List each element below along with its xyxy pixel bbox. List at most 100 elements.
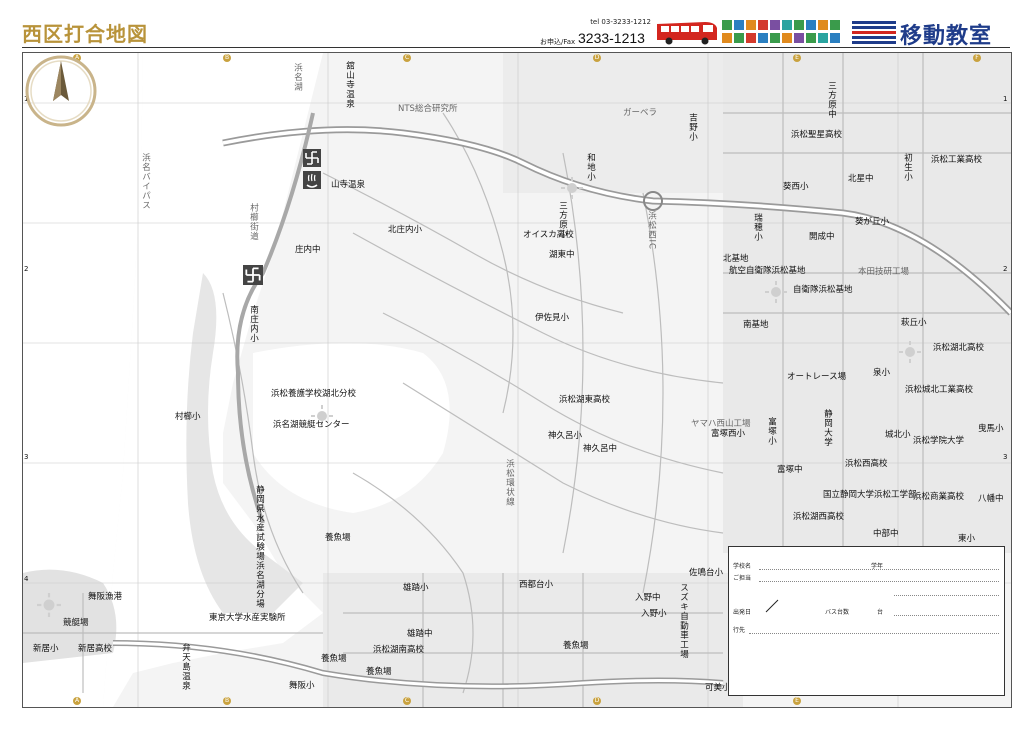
map-label: ガーベラ [623,108,658,118]
grid-row-number: 2 [24,265,29,273]
grid-row-number: 2 [1003,265,1008,273]
brand-stripes-icon [852,21,896,44]
map-label: 浜松湖西高校 [793,512,845,522]
manji-shrine-icon [243,265,263,285]
map-label: 富塚西小 [711,429,746,439]
school-field[interactable] [759,569,999,570]
map-label: オートレース場 [787,372,847,382]
map-label: 舘山寺温泉 [344,61,355,109]
grid-col-letter: E [793,697,801,705]
map-label: 浜松湖東高校 [559,395,611,405]
date-slash-icon [765,599,779,613]
map-label: 三方原小 [557,201,568,239]
map-label: 養魚場 [321,654,347,664]
map-label: 静岡大学 [822,409,833,447]
person-field[interactable] [759,581,999,582]
date-label: 出発日 [733,609,752,616]
map-label: 浜松西IC [646,211,657,250]
map-label: 西都台小 [519,580,554,590]
map-label: 弁天島温泉 [180,643,191,691]
map-label: 雄踏小 [403,583,429,593]
hot-spring-icon [303,171,321,189]
map-label: 開成中 [809,232,835,242]
map-label: 入野中 [635,593,661,603]
factory-icon [37,593,61,617]
map-label: 養魚場 [366,667,392,677]
grid-row-number: 3 [24,453,29,461]
map-label: 泉小 [873,368,891,378]
map-label: 三方原中 [826,81,837,119]
activity-icon-grid [722,20,840,43]
map-label: 北基地 [723,254,749,264]
map-label: 伊佐見小 [535,313,570,323]
map-label: 養魚場 [563,641,589,651]
map-label: 浜松商業高校 [913,492,965,502]
map-label: 浜松聖星高校 [791,130,843,140]
brand-logo: 移動教室 [852,18,1012,49]
destination-field[interactable] [749,633,999,634]
north-arrow-compass-icon [25,55,97,127]
order-form[interactable]: 学校名 学年 ご担当 出発日 バス台数 台 行先 [728,546,1005,696]
map-label: 静岡県水産試験場浜名湖分場 [254,485,265,609]
grid-col-letter: C [403,54,411,62]
bus-count-label: バス台数 [825,609,850,616]
map-label: 舞阪小 [289,681,315,691]
map-label: 富塚中 [777,465,803,475]
map-label: 浜松湖南高校 [373,645,425,655]
map-label: 国立静岡大学浜松工学部 [823,490,917,500]
map-label: 浜松環状線 [504,459,515,507]
map-label: 湖東中 [549,250,575,260]
map-label: 新居高校 [78,644,113,654]
map-label: 神久呂小 [548,431,583,441]
grid-col-letter: C [403,697,411,705]
map-label: NTS総合研究所 [398,104,458,114]
map-label: 自衛隊浜松基地 [793,285,853,295]
grid-col-letter: F [973,54,981,62]
contact-info: tel 03-3233-1212 お申込/Fax 3233-1213 [540,18,655,46]
person-label: ご担当 [733,575,752,582]
map-label: スズキ自動車工場 [678,583,689,659]
map-label: 東小 [958,534,976,544]
contact-field[interactable] [894,595,999,596]
map-label: 城北小 [885,430,911,440]
map-label: 萩丘小 [901,318,927,328]
map-label: 南基地 [743,320,769,330]
page-title: 西区打合地図 [22,22,148,46]
header: 西区打合地図 tel 03-3233-1212 お申込/Fax 3233-121… [0,0,1032,49]
map-label: 村櫛小 [175,412,201,422]
map-label: 曳馬小 [978,424,1004,434]
map-label: 瑞穂小 [752,213,763,242]
map-label: 可美小 [705,683,731,693]
grid-row-number: 3 [1003,453,1008,461]
map-label: 浜松工業高校 [931,155,983,165]
bus-count-field[interactable] [894,615,999,616]
map-area[interactable]: 1 2 3 4 1 2 3 A B C D E F A B C D E NTS総… [22,52,1012,708]
factory-icon [561,177,583,199]
map-label: 富塚小 [766,417,777,446]
map-label: 養魚場 [325,533,351,543]
fax-label: お申込/Fax [540,38,576,46]
map-label: 入野小 [641,609,667,619]
map-label: 舞阪漁港 [88,592,123,602]
map-label: 佐鳴台小 [689,568,724,578]
map-label: 新居小 [33,644,59,654]
map-label: 浜名湖 [292,63,303,92]
grid-col-letter: B [223,697,231,705]
map-label: 吉野小 [687,113,698,142]
header-rule [22,47,1010,48]
grid-col-letter: A [73,697,81,705]
map-label: 雄踏中 [407,629,433,639]
map-label: 庄内中 [295,245,321,255]
map-label: 浜名バイパス [140,153,151,210]
map-label: 葵西小 [783,182,809,192]
destination-label: 行先 [733,627,746,634]
grid-col-letter: B [223,54,231,62]
map-label: 初生小 [902,153,913,182]
map-label: 北星中 [848,174,874,184]
map-label: 東京大学水産実験所 [209,613,286,623]
school-label: 学校名 [733,563,752,570]
map-label: 浜名湖競艇センター [273,420,350,430]
map-label: 葵が丘小 [855,217,890,227]
map-label: ヤマハ西山工場 [691,419,751,429]
tour-bus-icon [657,22,717,45]
